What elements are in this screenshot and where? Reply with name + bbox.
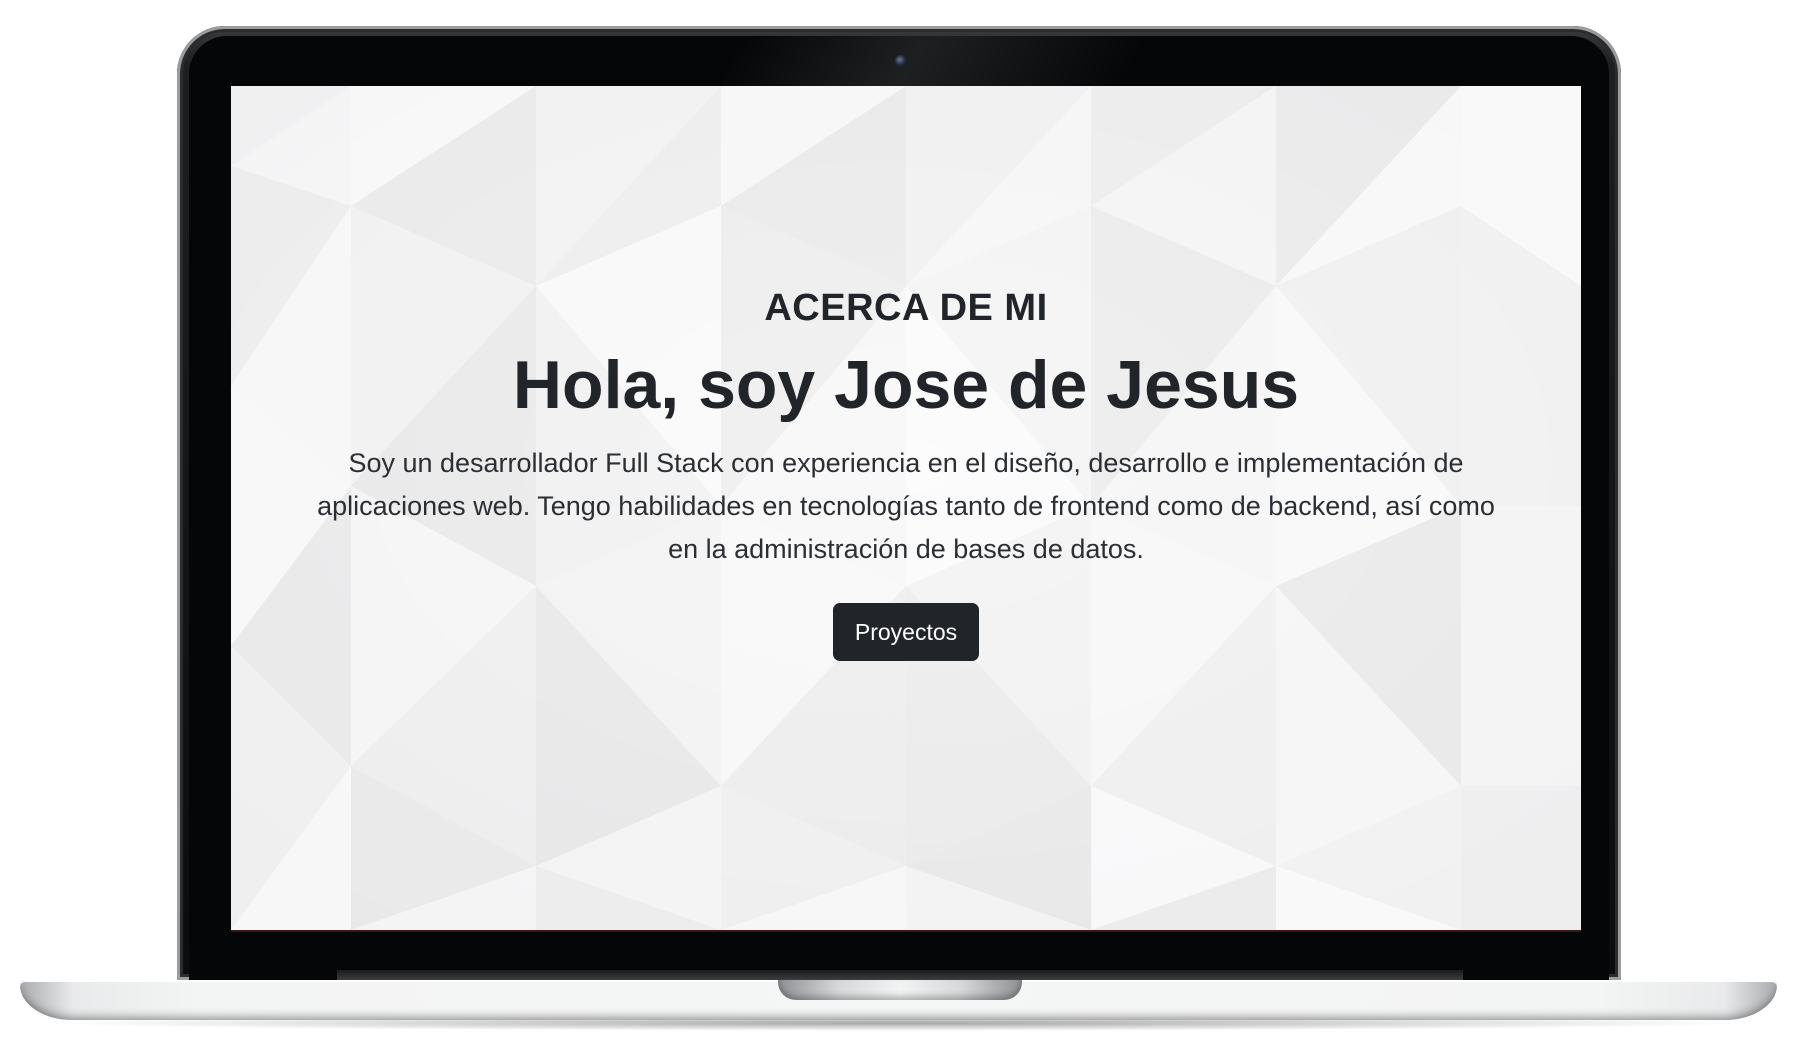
laptop-mockup: ACERCA DE MI Hola, soy Jose de Jesus Soy… [0,0,1797,1063]
projects-button[interactable]: Proyectos [832,603,980,662]
laptop-hinge [337,970,1463,980]
hero-section: ACERCA DE MI Hola, soy Jose de Jesus Soy… [231,286,1581,662]
section-eyebrow: ACERCA DE MI [764,287,1048,329]
trackpad-notch [778,980,1022,1000]
webcam-icon [895,55,907,67]
laptop-screen: ACERCA DE MI Hola, soy Jose de Jesus Soy… [231,86,1581,932]
intro-paragraph: Soy un desarrollador Full Stack con expe… [317,448,1495,565]
page-title: Hola, soy Jose de Jesus [512,346,1300,423]
